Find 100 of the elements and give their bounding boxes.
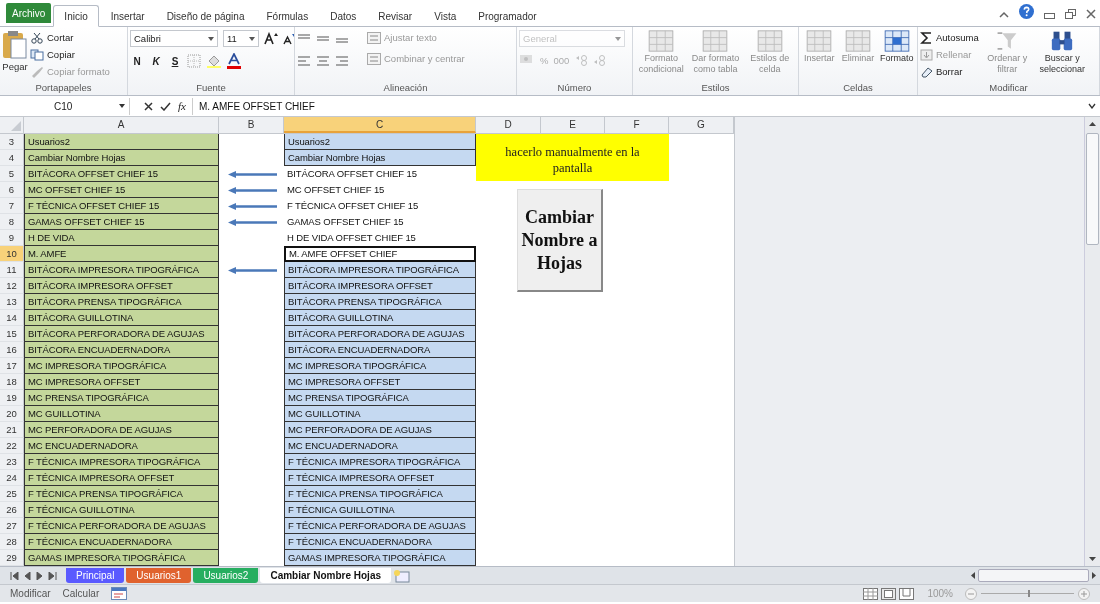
paste-button[interactable]: Pegar bbox=[2, 30, 28, 72]
formula-field[interactable]: M. AMFE OFFSET CHIEF bbox=[192, 97, 1088, 115]
column-header[interactable]: G bbox=[669, 117, 734, 133]
ribbon-tab[interactable]: Fórmulas bbox=[256, 5, 319, 27]
group-label: Portapapeles bbox=[34, 82, 93, 95]
column-header[interactable]: C bbox=[284, 117, 476, 133]
row-header[interactable]: 9 bbox=[0, 230, 24, 246]
column-header[interactable]: A bbox=[24, 117, 219, 133]
editing-command[interactable]: Borrar bbox=[920, 64, 979, 79]
fill-bucket-icon[interactable] bbox=[206, 54, 222, 68]
row-header[interactable]: 4 bbox=[0, 150, 24, 166]
align-icon[interactable] bbox=[316, 55, 330, 67]
row-header[interactable]: 13 bbox=[0, 294, 24, 310]
row-header[interactable]: 20 bbox=[0, 406, 24, 422]
row-header[interactable]: 28 bbox=[0, 534, 24, 550]
restore-icon[interactable] bbox=[1065, 9, 1076, 19]
table-cell: H DE VIDA bbox=[24, 230, 219, 246]
expand-icon[interactable] bbox=[1088, 103, 1096, 109]
scroll-left-icon[interactable] bbox=[971, 572, 975, 579]
table-cell: Cambiar Nombre Hojas bbox=[24, 150, 219, 166]
ribbon-tab[interactable]: Inicio bbox=[53, 5, 99, 27]
row-header[interactable]: 5 bbox=[0, 166, 24, 182]
row-header[interactable]: 8 bbox=[0, 214, 24, 230]
font-style-button[interactable]: N bbox=[130, 55, 144, 67]
row-header[interactable]: 11 bbox=[0, 262, 24, 278]
table-cell: Cambiar Nombre Hojas bbox=[284, 150, 476, 166]
row-header[interactable]: 12 bbox=[0, 278, 24, 294]
row-header[interactable]: 15 bbox=[0, 326, 24, 342]
row-header[interactable]: 23 bbox=[0, 454, 24, 470]
scrollbar-thumb[interactable] bbox=[1086, 133, 1099, 245]
scroll-down-icon[interactable] bbox=[1089, 557, 1096, 561]
minimize-icon[interactable] bbox=[1044, 13, 1055, 19]
table-cell: BITÁCORA IMPRESORA OFFSET bbox=[284, 278, 476, 294]
shrink-font-icon[interactable] bbox=[283, 32, 294, 45]
collapse-ribbon-icon[interactable] bbox=[999, 11, 1009, 19]
scroll-up-icon[interactable] bbox=[1089, 122, 1096, 126]
zoom-level: 100% bbox=[927, 588, 953, 599]
font-style-button[interactable]: K bbox=[149, 55, 163, 67]
ribbon-tab[interactable]: Datos bbox=[320, 5, 367, 27]
row-header[interactable]: 14 bbox=[0, 310, 24, 326]
close-icon[interactable] bbox=[1086, 9, 1096, 19]
column-header[interactable]: F bbox=[605, 117, 669, 133]
ribbon-tab[interactable]: Programador bbox=[468, 5, 547, 27]
row-header[interactable]: 22 bbox=[0, 438, 24, 454]
table-cell: MC IMPRESORA OFFSET bbox=[24, 374, 219, 390]
row-header[interactable]: 19 bbox=[0, 390, 24, 406]
row-header[interactable]: 16 bbox=[0, 342, 24, 358]
row-header[interactable]: 7 bbox=[0, 198, 24, 214]
sheet-tab[interactable]: Usuarios1 bbox=[126, 568, 192, 583]
align-icon[interactable] bbox=[297, 55, 311, 67]
row-header[interactable]: 27 bbox=[0, 518, 24, 534]
table-cell: BITÁCORA PRENSA TIPOGRÁFICA bbox=[24, 294, 219, 310]
row-header[interactable]: 10 bbox=[0, 246, 24, 262]
row-header[interactable]: 26 bbox=[0, 502, 24, 518]
ribbon-tab[interactable]: Diseño de página bbox=[156, 5, 255, 27]
sigma-icon bbox=[920, 31, 933, 44]
help-icon[interactable] bbox=[1019, 4, 1034, 19]
table-cell: F TÉCNICA PRENSA TIPOGRÁFICA bbox=[284, 486, 476, 502]
row-header[interactable]: 29 bbox=[0, 550, 24, 566]
font-size-field[interactable]: 11 bbox=[223, 30, 259, 47]
status-mode: Modificar bbox=[10, 588, 51, 599]
scroll-right-icon[interactable] bbox=[1092, 572, 1096, 579]
row-header[interactable]: 6 bbox=[0, 182, 24, 198]
table-cell: F TÉCNICA IMPRESORA TIPOGRÁFICA bbox=[24, 454, 219, 470]
align-icon[interactable] bbox=[335, 55, 349, 67]
column-header[interactable]: E bbox=[541, 117, 605, 133]
ribbon-tab[interactable]: Vista bbox=[424, 5, 467, 27]
status-calculate[interactable]: Calcular bbox=[62, 588, 100, 599]
name-box[interactable]: C10 bbox=[0, 97, 130, 115]
insert-function-button[interactable]: fx bbox=[178, 100, 186, 112]
macro-record-icon[interactable] bbox=[111, 587, 128, 600]
row-header[interactable]: 25 bbox=[0, 486, 24, 502]
ribbon-button[interactable]: Formato bbox=[878, 30, 915, 64]
font-color-icon[interactable] bbox=[227, 53, 241, 69]
sheet-navigation-icon[interactable] bbox=[10, 571, 58, 580]
clipboard-command[interactable]: Cortar bbox=[30, 30, 110, 45]
row-header[interactable]: 18 bbox=[0, 374, 24, 390]
editing-command[interactable]: Autosuma bbox=[920, 30, 979, 45]
table-cell: MC GUILLOTINA bbox=[284, 406, 476, 422]
grow-font-icon[interactable] bbox=[264, 32, 278, 45]
font-style-button[interactable]: S bbox=[168, 55, 182, 67]
font-name-field[interactable]: Calibri bbox=[130, 30, 218, 47]
scrollbar-thumb[interactable] bbox=[978, 569, 1089, 582]
ribbon-button[interactable]: Buscar y seleccionar bbox=[1035, 30, 1089, 75]
file-tab[interactable]: Archivo bbox=[6, 3, 52, 23]
sheet-tab[interactable]: Principal bbox=[66, 568, 125, 583]
cancel-icon[interactable] bbox=[144, 101, 153, 111]
row-header[interactable]: 3 bbox=[0, 134, 24, 150]
ribbon-tab[interactable]: Revisar bbox=[368, 5, 423, 27]
macro-button[interactable]: Cambiar Nombre a Hojas bbox=[517, 189, 603, 292]
ribbon-tab[interactable]: Insertar bbox=[100, 5, 155, 27]
clipboard-command[interactable]: Copiar bbox=[30, 47, 110, 62]
row-header[interactable]: 17 bbox=[0, 358, 24, 374]
row-header[interactable]: 21 bbox=[0, 422, 24, 438]
column-header[interactable]: D bbox=[476, 117, 541, 133]
view-buttons-icon[interactable] bbox=[863, 587, 916, 600]
table-cell: MC OFFSET CHIEF 15 bbox=[24, 182, 219, 198]
row-header[interactable]: 24 bbox=[0, 470, 24, 486]
checkmark-icon[interactable] bbox=[160, 101, 171, 111]
sheet-tab[interactable]: Cambiar Nombre Hojas bbox=[260, 568, 391, 583]
